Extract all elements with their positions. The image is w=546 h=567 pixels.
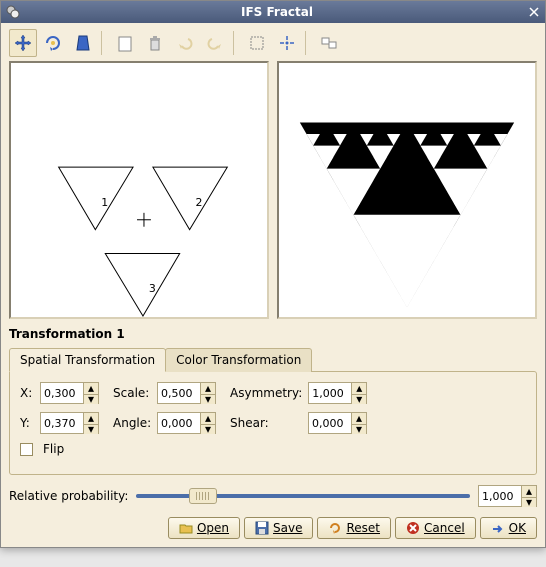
down-arrow-icon[interactable]: ▾ xyxy=(84,394,98,405)
scale-spin[interactable]: ▴▾ xyxy=(157,382,216,404)
x-label: X: xyxy=(20,386,34,400)
section-title: Transformation 1 xyxy=(9,327,537,341)
reset-button[interactable]: Reset xyxy=(317,517,391,539)
recenter-button[interactable] xyxy=(273,29,301,57)
down-arrow-icon[interactable]: ▾ xyxy=(522,497,536,508)
flip-checkbox[interactable] xyxy=(20,443,33,456)
toolbar xyxy=(9,27,537,61)
down-arrow-icon[interactable]: ▾ xyxy=(201,394,215,405)
asym-spin[interactable]: ▴▾ xyxy=(308,382,367,404)
render-options-button[interactable] xyxy=(315,29,343,57)
new-transform-button[interactable] xyxy=(111,29,139,57)
open-button[interactable]: Open xyxy=(168,517,240,539)
scale-label: Scale: xyxy=(113,386,151,400)
reset-button-label: Reset xyxy=(346,521,380,535)
ok-icon xyxy=(491,521,505,535)
asym-input[interactable] xyxy=(309,383,351,403)
app-icon xyxy=(5,4,21,20)
down-arrow-icon[interactable]: ▾ xyxy=(352,394,366,405)
asym-label: Asymmetry: xyxy=(230,386,302,400)
undo-button[interactable] xyxy=(171,29,199,57)
flip-label: Flip xyxy=(43,442,64,456)
angle-input[interactable] xyxy=(158,413,200,433)
x-spin[interactable]: ▴▾ xyxy=(40,382,99,404)
stretch-tool-button[interactable] xyxy=(69,29,97,57)
y-input[interactable] xyxy=(41,413,83,433)
tab-spatial[interactable]: Spatial Transformation xyxy=(9,348,166,372)
scale-input[interactable] xyxy=(158,383,200,403)
probability-input[interactable] xyxy=(479,486,521,506)
select-all-button[interactable] xyxy=(243,29,271,57)
titlebar: IFS Fractal xyxy=(1,1,545,23)
move-tool-button[interactable] xyxy=(9,29,37,57)
down-arrow-icon[interactable]: ▾ xyxy=(201,424,215,435)
reset-icon xyxy=(328,521,342,535)
cancel-button-label: Cancel xyxy=(424,521,465,535)
tab-strip: Spatial Transformation Color Transformat… xyxy=(9,347,537,371)
design-panel[interactable]: 1 2 3 xyxy=(9,61,269,319)
preview-panel xyxy=(277,61,537,319)
open-folder-icon xyxy=(179,521,193,535)
button-bar: Open Save Reset Cancel xyxy=(9,517,537,539)
slider-thumb[interactable] xyxy=(189,488,217,504)
window-title: IFS Fractal xyxy=(27,5,527,19)
tab-color[interactable]: Color Transformation xyxy=(165,348,312,372)
open-button-label: Open xyxy=(197,521,229,535)
down-arrow-icon[interactable]: ▾ xyxy=(84,424,98,435)
cancel-icon xyxy=(406,521,420,535)
dialog-window: IFS Fractal xyxy=(0,0,546,548)
probability-label: Relative probability: xyxy=(9,489,128,503)
ok-button-label: OK xyxy=(509,521,526,535)
shear-input[interactable] xyxy=(309,413,351,433)
save-disk-icon xyxy=(255,521,269,535)
y-spin[interactable]: ▴▾ xyxy=(40,412,99,434)
triangle-label: 2 xyxy=(196,196,203,209)
angle-spin[interactable]: ▴▾ xyxy=(157,412,216,434)
ok-button[interactable]: OK xyxy=(480,517,537,539)
x-input[interactable] xyxy=(41,383,83,403)
angle-label: Angle: xyxy=(113,416,151,430)
shear-label: Shear: xyxy=(230,416,302,430)
redo-button[interactable] xyxy=(201,29,229,57)
probability-slider[interactable] xyxy=(136,494,470,498)
triangle-label: 1 xyxy=(101,196,108,209)
shear-spin[interactable]: ▴▾ xyxy=(308,412,367,434)
y-label: Y: xyxy=(20,416,34,430)
save-button-label: Save xyxy=(273,521,302,535)
delete-transform-button[interactable] xyxy=(141,29,169,57)
save-button[interactable]: Save xyxy=(244,517,313,539)
rotate-scale-tool-button[interactable] xyxy=(39,29,67,57)
cancel-button[interactable]: Cancel xyxy=(395,517,476,539)
triangle-label: 3 xyxy=(149,282,156,295)
probability-spin[interactable]: ▴▾ xyxy=(478,485,537,507)
close-button[interactable] xyxy=(527,5,541,19)
down-arrow-icon[interactable]: ▾ xyxy=(352,424,366,435)
spatial-pane: X: ▴▾ Scale: ▴▾ Asymmetry: ▴▾ Y: xyxy=(9,371,537,475)
